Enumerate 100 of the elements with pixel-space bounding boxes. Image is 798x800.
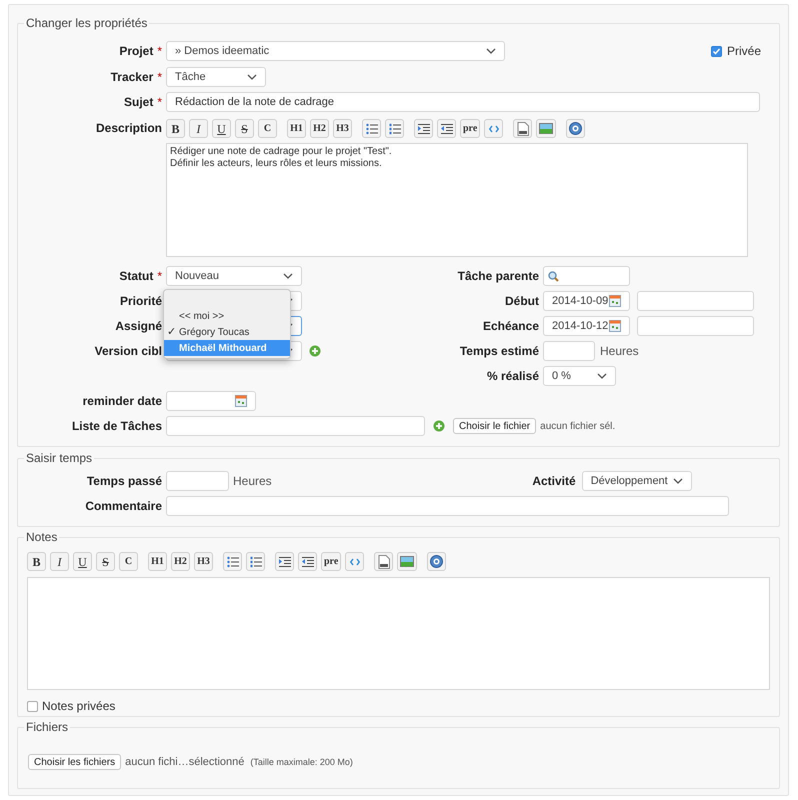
format-button[interactable]: U: [212, 119, 231, 138]
format-button[interactable]: H2: [171, 552, 190, 571]
format-button[interactable]: C: [258, 119, 277, 138]
outdent-icon: [302, 556, 314, 568]
date-field[interactable]: 2014-10-09: [543, 291, 630, 311]
file-status: aucun fichier sél.: [540, 420, 616, 434]
format-button[interactable]: C: [119, 552, 138, 571]
help-icon: [569, 122, 582, 135]
fieldset-legend: Changer les propriétés: [24, 16, 150, 30]
toolbar-button[interactable]: [427, 552, 446, 571]
field-label: Activité: [532, 473, 576, 490]
format-button[interactable]: H1: [287, 119, 306, 138]
time-field[interactable]: [637, 316, 754, 336]
numbered-list-icon: [388, 122, 400, 134]
checkbox-label: Privée: [726, 43, 761, 60]
bulleted-list-icon: [226, 556, 238, 568]
format-button[interactable]: H3: [194, 552, 213, 571]
field-label: Temps estimé: [460, 343, 539, 360]
toolbar-button[interactable]: [298, 552, 317, 571]
field-label: Commentaire: [85, 498, 162, 515]
description-line: Rédiger une note de cadrage pour le projet "Test".: [170, 146, 393, 158]
field-label: Assigné: [115, 318, 162, 335]
code-icon: [350, 558, 360, 566]
format-button[interactable]: I: [189, 119, 208, 138]
checkbox-label: Notes privées: [42, 698, 116, 715]
task-list-field[interactable]: [166, 416, 425, 436]
description-field[interactable]: Rédiger une note de cadrage pour le projet "Test". Définir les acteurs, leurs rôles et leurs missions.: [166, 143, 748, 257]
format-button[interactable]: I: [50, 552, 69, 571]
toolbar-button[interactable]: [275, 552, 294, 571]
search-icon: [548, 270, 559, 282]
max-size-note: (Taille maximale: 200 Mo): [250, 756, 353, 769]
add-icon[interactable]: [309, 345, 321, 357]
file-link-icon: [378, 554, 390, 568]
toolbar-button[interactable]: [414, 119, 433, 138]
format-button[interactable]: B: [27, 552, 46, 571]
toolbar-button[interactable]: [246, 552, 265, 571]
toolbar-button[interactable]: [536, 119, 556, 138]
required-mark: *: [157, 43, 162, 60]
calendar-icon[interactable]: [235, 395, 247, 407]
indent-icon: [418, 122, 430, 134]
choose-file-button[interactable]: Choisir le fichier: [453, 418, 536, 434]
notes-field[interactable]: [27, 577, 770, 690]
format-button[interactable]: S: [96, 552, 115, 571]
toolbar-button[interactable]: [385, 119, 404, 138]
outdent-icon: [440, 122, 452, 134]
field-label: Début: [505, 293, 539, 310]
checkbox[interactable]: [27, 700, 38, 712]
toolbar-button[interactable]: [513, 119, 532, 138]
field-select[interactable]: 0 %: [543, 366, 616, 386]
subject-field[interactable]: Rédaction de la note de cadrage: [166, 92, 760, 112]
toolbar-button[interactable]: [437, 119, 456, 138]
chevron-icon: [597, 373, 607, 379]
format-button[interactable]: pre: [460, 119, 480, 138]
required-mark: *: [157, 69, 162, 86]
date-field[interactable]: 2014-10-12: [543, 316, 630, 336]
toolbar-button[interactable]: [397, 552, 418, 571]
field-label: Sujet: [124, 94, 154, 111]
tracker-select[interactable]: Tâche: [166, 67, 266, 87]
bulleted-list-icon: [366, 122, 378, 134]
time-field[interactable]: [637, 291, 754, 311]
checkbox[interactable]: [710, 46, 722, 56]
field-label: Statut: [119, 268, 154, 285]
add-icon[interactable]: [433, 420, 445, 432]
toolbar-button[interactable]: [566, 119, 586, 138]
choose-files-button[interactable]: Choisir les fichiers: [28, 754, 122, 770]
field-label: Description: [96, 120, 162, 137]
dropdown-option[interactable]: << moi >>: [164, 308, 290, 324]
format-button[interactable]: S: [235, 119, 254, 138]
toolbar-button[interactable]: [223, 552, 242, 571]
field-label: reminder date: [82, 393, 162, 410]
field-label: Liste de Tâches: [72, 418, 162, 435]
field-label: Version cibl: [94, 343, 162, 360]
format-button[interactable]: H3: [333, 119, 352, 138]
format-button[interactable]: U: [73, 552, 92, 571]
chevron-icon: [247, 74, 257, 80]
image-icon: [400, 556, 414, 567]
search-field[interactable]: [543, 266, 630, 286]
calendar-icon[interactable]: [609, 320, 621, 332]
reminder-date-field[interactable]: [166, 391, 256, 411]
field-label: Priorité: [120, 293, 162, 310]
format-button[interactable]: pre: [321, 552, 342, 571]
format-button[interactable]: B: [166, 119, 185, 138]
dropdown-option[interactable]: ✓ Grégory Toucas: [164, 324, 290, 340]
calendar-icon[interactable]: [609, 295, 621, 307]
chevron-icon: [672, 478, 683, 484]
toolbar-button[interactable]: [362, 119, 381, 138]
project-select[interactable]: » Demos ideematic: [166, 41, 505, 61]
format-button[interactable]: H1: [148, 552, 167, 571]
required-mark: *: [157, 94, 162, 111]
comment-field[interactable]: [166, 496, 729, 516]
chevron-icon: [486, 48, 496, 54]
description-line: Définir les acteurs, leurs rôles et leurs missions.: [170, 158, 383, 170]
hours-field[interactable]: [543, 341, 595, 361]
activity-select[interactable]: Développement: [582, 471, 692, 491]
fieldset-legend: Fichiers: [24, 720, 70, 734]
field-select[interactable]: Nouveau: [166, 266, 302, 286]
time-spent-field[interactable]: [166, 471, 229, 491]
unit-label: Heures: [600, 343, 639, 360]
format-button[interactable]: H2: [310, 119, 329, 138]
toolbar-button[interactable]: [374, 552, 394, 571]
